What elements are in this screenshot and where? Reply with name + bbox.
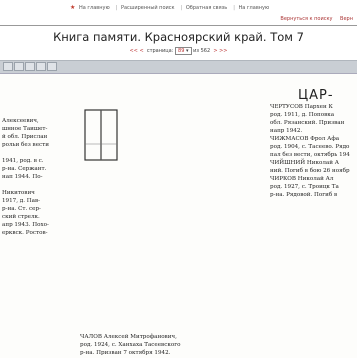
portrait-frame-icon xyxy=(84,109,118,161)
scan-section-heading: ЦАР- xyxy=(298,88,334,103)
scan-line: ЧИЖМАСОВ Фрол Афа xyxy=(270,136,340,142)
scan-line: нап 1944. По- xyxy=(2,174,43,180)
scan-line: 1917, д. Пав- xyxy=(2,198,41,204)
scan-line: напр 1942. xyxy=(270,128,303,134)
scan-line: Никитович xyxy=(2,190,35,196)
scan-center-column: ЧАЛОВ Алексей Митрофанович, род. 1924, с… xyxy=(80,333,202,357)
scan-line: Алексеевич, xyxy=(2,118,39,124)
divider xyxy=(0,25,357,26)
page-total: из 562 xyxy=(193,48,211,54)
scan-line: рольи без вести xyxy=(2,142,49,148)
fit-page-icon[interactable] xyxy=(3,62,13,71)
scan-line: ЧЕРТУСОВ Пархен К xyxy=(270,104,333,110)
scan-line: 1941, род. в с. xyxy=(2,158,44,164)
page-pager: << < страница: 89 ▾ из 562 > >> xyxy=(129,47,228,55)
scan-line: й обл. Прислан xyxy=(2,134,48,140)
scan-line: пал без вести, октябрь 194 xyxy=(270,152,350,158)
nav-separator: | xyxy=(233,5,235,11)
star-icon: ★ xyxy=(70,4,76,11)
nav-link-advanced-search[interactable]: Расширенный поиск xyxy=(121,5,175,11)
portrait-image xyxy=(84,108,118,164)
page-select-value: 89 xyxy=(178,48,185,54)
scan-line: шнное Таишет- xyxy=(2,126,48,132)
zoom-out-icon[interactable] xyxy=(14,62,24,71)
scan-line: обл. Рязанский. Призван xyxy=(270,120,345,126)
rotate-icon[interactable] xyxy=(36,62,46,71)
scan-line xyxy=(2,181,74,189)
scan-right-column: ЧЕРТУСОВ Пархен К род. 1911, д. Поповка … xyxy=(270,103,357,199)
scan-line: род. 1904, с. Тасеево. Рядо xyxy=(270,144,350,150)
zoom-in-icon[interactable] xyxy=(25,62,35,71)
scan-line: р-на. Призван 7 октября 1942. xyxy=(80,350,171,356)
nav-separator: | xyxy=(180,5,183,11)
scan-line: ЧАЛОВ Алексей Митрофанович, xyxy=(80,334,177,340)
secondary-navigation: Вернуться к поиску Верн xyxy=(274,16,353,22)
scan-line: род. 1924, с. Ханхаха Тасеевского xyxy=(80,342,181,348)
top-navigation: ★ На главную | Расширенный поиск | Обратна… xyxy=(70,4,357,14)
page-label: страница xyxy=(146,48,172,54)
scan-line: ерквск. Ростов- xyxy=(2,230,48,236)
scan-line: р-на. Рядовой. Погиб в xyxy=(270,192,338,198)
next-last-page-links[interactable]: > >> xyxy=(213,48,227,54)
scan-line: ский стрелк. xyxy=(2,214,40,220)
nav-separator: | xyxy=(115,5,118,11)
print-icon[interactable] xyxy=(47,62,57,71)
nav-link-feedback[interactable]: Обратная связь xyxy=(186,5,227,11)
page-select[interactable]: 89 ▾ xyxy=(175,47,192,55)
scan-line: ЧИЙШНИЙ Николай А xyxy=(270,160,339,166)
scan-line: род. 1927, с. Троицк Та xyxy=(270,184,339,190)
back-link-truncated[interactable]: Верн xyxy=(340,16,353,22)
scan-line: род. 1911, д. Поповка xyxy=(270,112,335,118)
viewer-toolbar xyxy=(0,60,357,74)
scan-line: апр 1943. Похо- xyxy=(2,222,49,228)
first-prev-page-links[interactable]: << < xyxy=(129,48,143,54)
scan-line: р-на. Ст. сер- xyxy=(2,206,41,212)
page-title: Книга памяти. Красноярский край. Том 7 xyxy=(53,30,304,44)
back-to-search-link[interactable]: Вернуться к поиску xyxy=(280,16,332,22)
nav-link-home[interactable]: На главную xyxy=(79,5,110,11)
scan-line: р-на. Сержант. xyxy=(2,166,47,172)
scan-line: ЧИРКОВ Николай Ал xyxy=(270,176,334,182)
scan-line: ний. Погиб в бою 26 ноябр xyxy=(270,168,350,174)
scan-line xyxy=(2,149,74,157)
nav-link-home-secondary[interactable]: На главную xyxy=(239,5,270,11)
scan-left-column: Алексеевич, шнное Таишет- й обл. Прислан… xyxy=(2,117,74,237)
